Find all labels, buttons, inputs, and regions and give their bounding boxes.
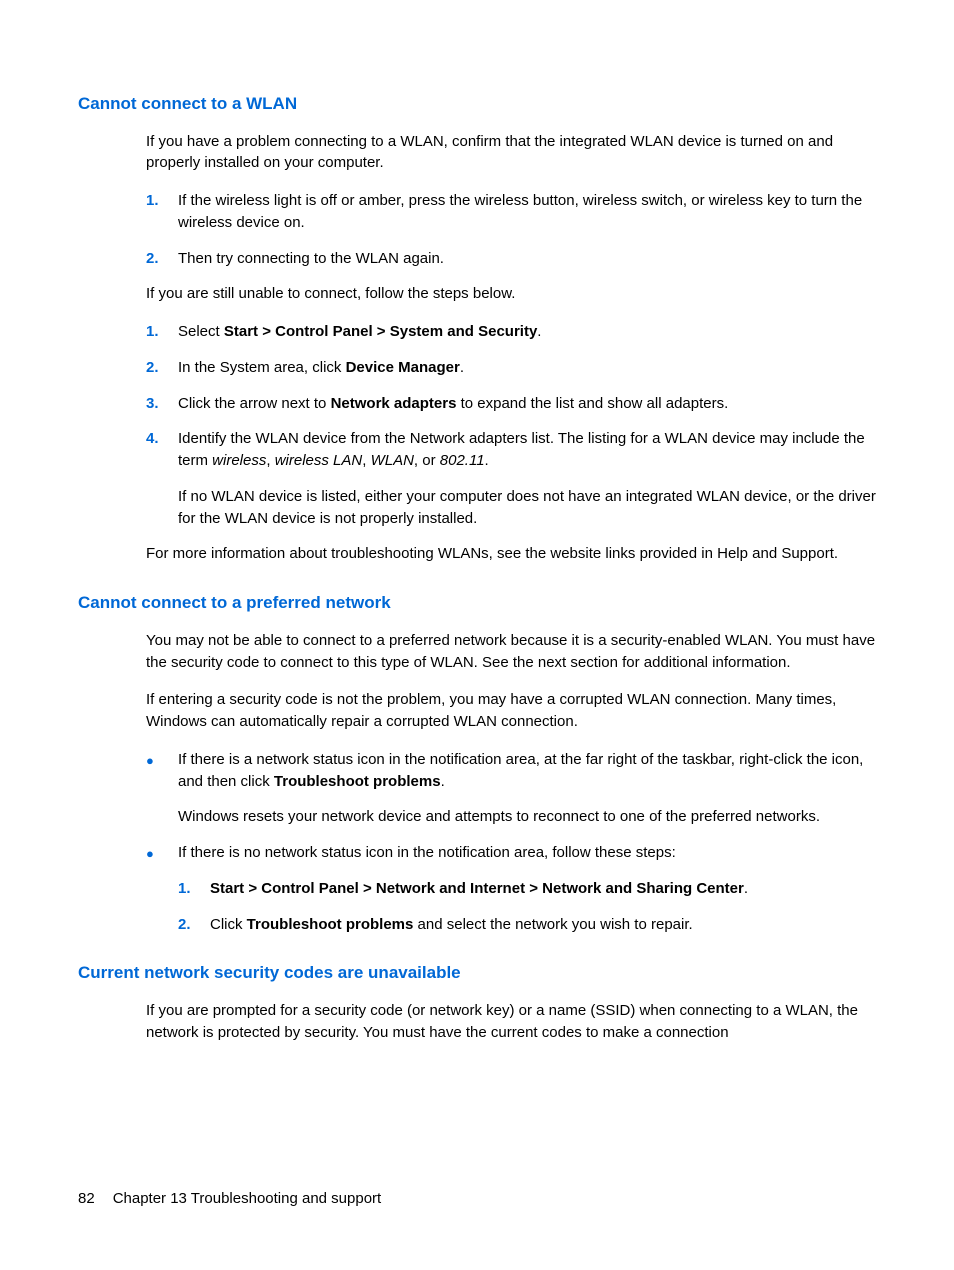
list-item: 1. Select Start > Control Panel > System… — [146, 321, 876, 343]
section-security-codes: Current network security codes are unava… — [78, 961, 876, 1043]
list-item: 3. Click the arrow next to Network adapt… — [146, 393, 876, 415]
page-number: 82 — [78, 1188, 95, 1210]
list-item: 4. Identify the WLAN device from the Net… — [146, 428, 876, 529]
list-content: Select Start > Control Panel > System an… — [178, 321, 876, 343]
list-number: 3. — [146, 393, 178, 415]
list-content: If there is a network status icon in the… — [178, 749, 876, 828]
list-content: If the wireless light is off or amber, p… — [178, 190, 876, 234]
list-item: ● If there is a network status icon in t… — [146, 749, 876, 828]
list-number: 2. — [146, 357, 178, 379]
body-text: If you are prompted for a security code … — [146, 1000, 876, 1044]
body-text: You may not be able to connect to a pref… — [146, 630, 876, 674]
nested-list: 1. Start > Control Panel > Network and I… — [178, 878, 876, 936]
list-number: 4. — [146, 428, 178, 529]
heading-preferred: Cannot connect to a preferred network — [78, 591, 876, 616]
list-item: 2. In the System area, click Device Mana… — [146, 357, 876, 379]
body-text: If entering a security code is not the p… — [146, 689, 876, 733]
bullet-icon: ● — [146, 749, 178, 828]
list-content: In the System area, click Device Manager… — [178, 357, 876, 379]
list-item: 1. Start > Control Panel > Network and I… — [178, 878, 876, 900]
list-wireless-steps: 1. If the wireless light is off or amber… — [146, 190, 876, 269]
list-content: Identify the WLAN device from the Networ… — [178, 428, 876, 529]
list-content: Click the arrow next to Network adapters… — [178, 393, 876, 415]
heading-security-codes: Current network security codes are unava… — [78, 961, 876, 986]
list-number: 1. — [146, 321, 178, 343]
middle-text: If you are still unable to connect, foll… — [146, 283, 876, 305]
intro-text: If you have a problem connecting to a WL… — [146, 131, 876, 175]
list-number: 2. — [146, 248, 178, 270]
list-content: Start > Control Panel > Network and Inte… — [210, 878, 876, 900]
section-cannot-connect-preferred: Cannot connect to a preferred network Yo… — [78, 591, 876, 935]
list-content: If there is no network status icon in th… — [178, 842, 876, 935]
list-number: 2. — [178, 914, 210, 936]
outro-text: For more information about troubleshooti… — [146, 543, 876, 565]
section-cannot-connect-wlan: Cannot connect to a WLAN If you have a p… — [78, 92, 876, 565]
page-footer: 82 Chapter 13 Troubleshooting and support — [78, 1188, 381, 1210]
heading-wlan: Cannot connect to a WLAN — [78, 92, 876, 117]
list-item: 1. If the wireless light is off or amber… — [146, 190, 876, 234]
list-content: Then try connecting to the WLAN again. — [178, 248, 876, 270]
list-device-manager-steps: 1. Select Start > Control Panel > System… — [146, 321, 876, 529]
bullet-list: ● If there is a network status icon in t… — [146, 749, 876, 936]
chapter-label: Chapter 13 Troubleshooting and support — [113, 1190, 382, 1207]
list-number: 1. — [178, 878, 210, 900]
list-number: 1. — [146, 190, 178, 234]
list-item: 2. Click Troubleshoot problems and selec… — [178, 914, 876, 936]
list-item: ● If there is no network status icon in … — [146, 842, 876, 935]
bullet-icon: ● — [146, 842, 178, 935]
list-item: 2. Then try connecting to the WLAN again… — [146, 248, 876, 270]
list-content: Click Troubleshoot problems and select t… — [210, 914, 876, 936]
